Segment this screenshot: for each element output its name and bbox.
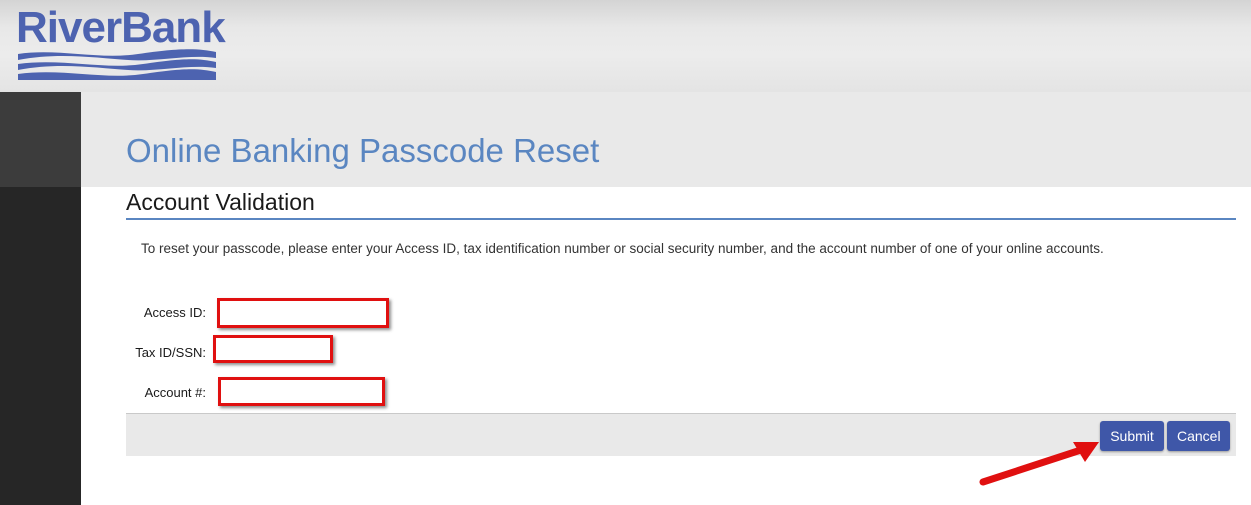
section-divider: [126, 218, 1236, 220]
account-number-label: Account #:: [144, 385, 206, 400]
header-band: RiverBank: [0, 0, 1251, 92]
riverbank-logo[interactable]: RiverBank: [16, 4, 226, 84]
cancel-button[interactable]: Cancel: [1167, 421, 1230, 451]
submit-button[interactable]: Submit: [1100, 421, 1164, 451]
red-arrow-icon: [979, 442, 1099, 486]
sidebar-top: [0, 92, 81, 187]
logo-text: RiverBank: [16, 3, 226, 52]
section-title: Account Validation: [126, 189, 315, 215]
access-id-input[interactable]: [217, 298, 389, 328]
page-title: Online Banking Passcode Reset: [126, 132, 600, 170]
logo-waves-icon: [18, 49, 216, 80]
access-id-label: Access ID:: [143, 305, 206, 320]
account-number-input[interactable]: [218, 377, 385, 406]
sidebar-bottom: [0, 187, 81, 505]
tax-id-ssn-label: Tax ID/SSN:: [135, 345, 206, 360]
title-band: Online Banking Passcode Reset: [81, 92, 1251, 187]
instructions-text: To reset your passcode, please enter you…: [141, 241, 1104, 256]
tax-id-ssn-input[interactable]: [213, 335, 333, 363]
